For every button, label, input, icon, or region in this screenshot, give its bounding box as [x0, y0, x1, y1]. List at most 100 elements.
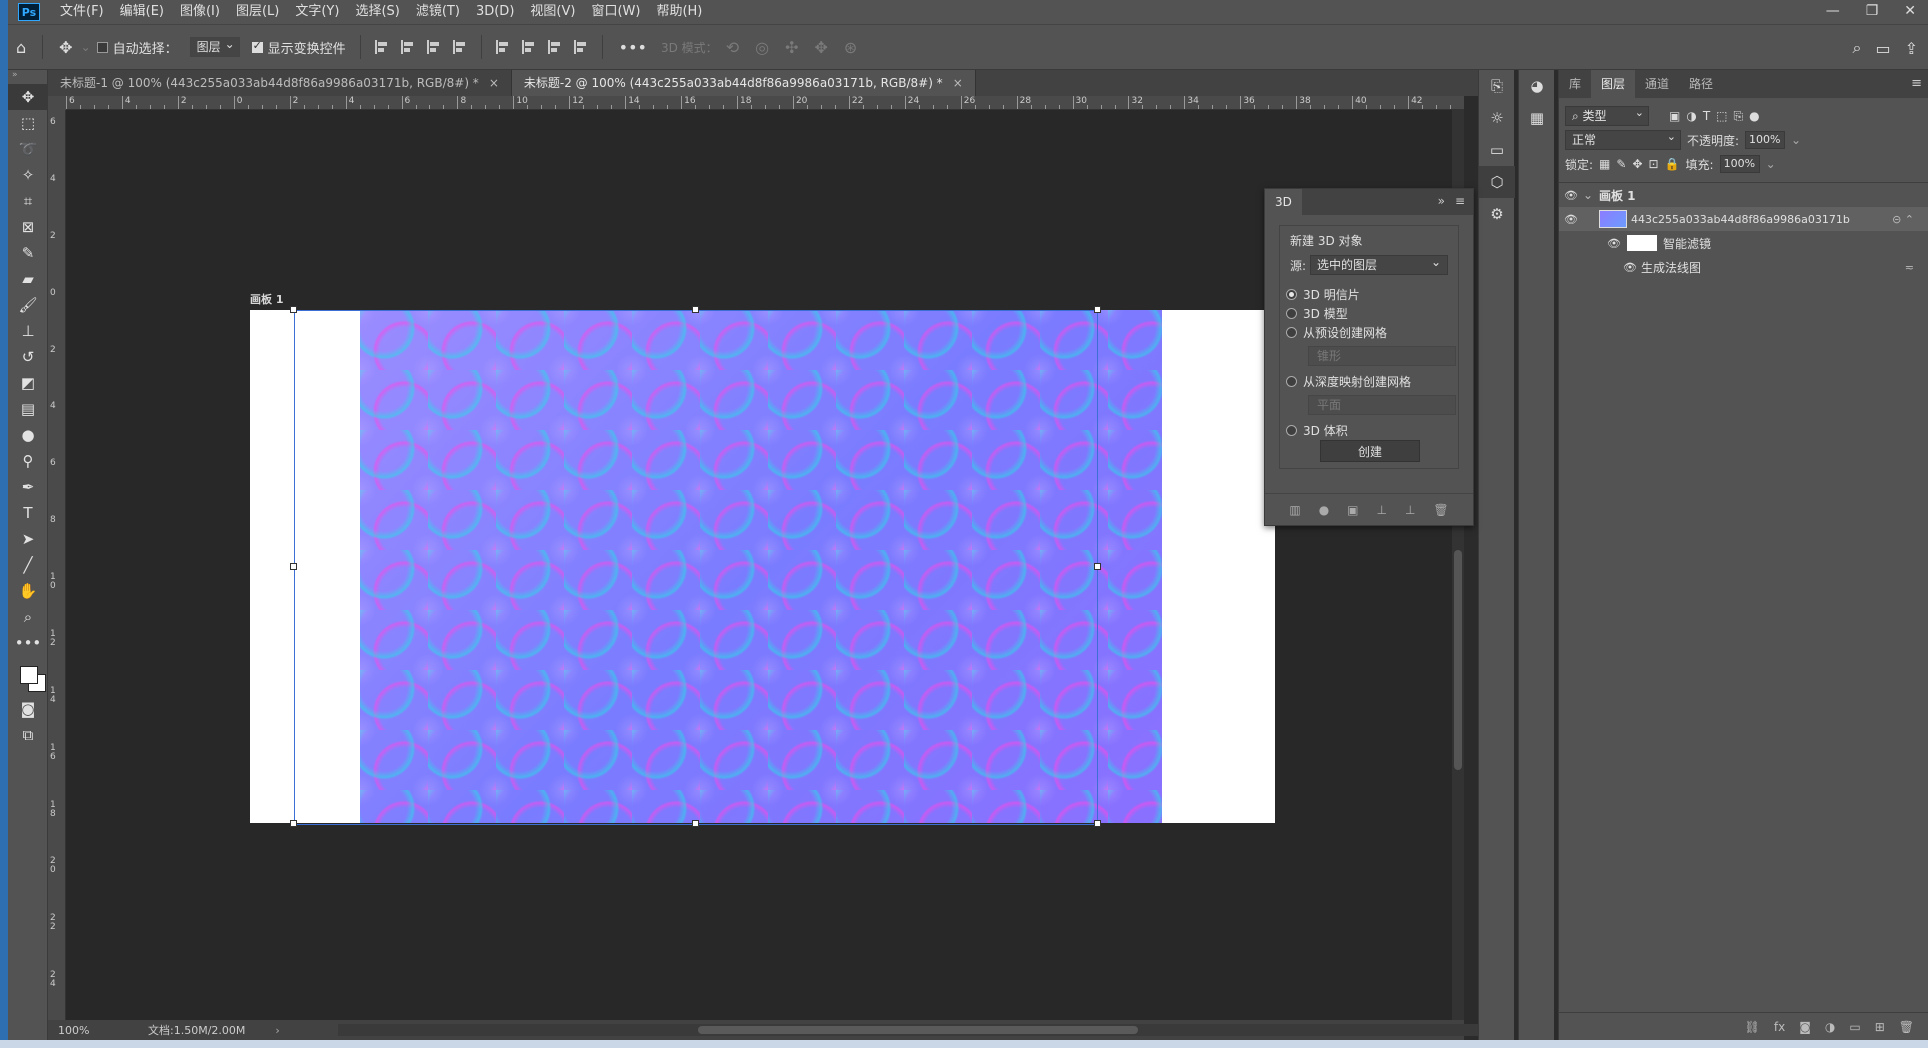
frame-tool[interactable]: ⊠	[8, 214, 48, 240]
toolbar-collapse-icon[interactable]: »	[8, 70, 47, 84]
gradient-tool[interactable]: ▤	[8, 396, 48, 422]
align-center-icon[interactable]	[400, 40, 415, 54]
menu-image[interactable]: 图像(I)	[172, 0, 228, 24]
more-options-icon[interactable]: •••	[619, 38, 647, 57]
share-icon[interactable]: ⇪	[1905, 39, 1918, 58]
move-tool-icon[interactable]: ✥	[59, 38, 72, 57]
vertical-ruler[interactable]: 6 4 2 0 2 4 6 8 10 12 14 16 18 20 22 24	[48, 110, 66, 1020]
transform-handle-b[interactable]	[692, 820, 699, 827]
3d-panel-tab[interactable]: 3D	[1265, 189, 1302, 215]
option-3d-model[interactable]: 3D 模型	[1286, 304, 1448, 323]
new-group-icon[interactable]: ▭	[1849, 1020, 1860, 1034]
fx-icon[interactable]: fx	[1774, 1020, 1785, 1034]
lock-artboard-icon[interactable]: ⊡	[1649, 157, 1659, 171]
clone-stamp-tool[interactable]: ⊥	[8, 318, 48, 344]
add-mask-icon[interactable]: ◙	[1799, 1020, 1811, 1034]
vertical-scroll-thumb[interactable]	[1454, 550, 1462, 770]
doc-tab-2[interactable]: 未标题-2 @ 100% (443c255a033ab44d8f86a9986a…	[511, 70, 976, 96]
source-select[interactable]: 选中的图层	[1310, 253, 1448, 275]
brush-settings-icon[interactable]: ☼	[1479, 102, 1515, 134]
hand-tool[interactable]: ✋	[8, 578, 48, 604]
transform-handle-t[interactable]	[692, 306, 699, 313]
zoom-level[interactable]: 100%	[58, 1024, 118, 1037]
add-light-icon[interactable]: ⊥	[1377, 503, 1387, 517]
tab-layers[interactable]: 图层	[1591, 70, 1636, 98]
ruler-icon[interactable]: ▭	[1479, 134, 1515, 166]
blur-tool[interactable]: ●	[8, 422, 48, 448]
workspace-icon[interactable]: ▭	[1875, 39, 1890, 58]
eyedropper-tool[interactable]: ✎	[8, 240, 48, 266]
link-layers-icon[interactable]: ⛓	[1745, 1020, 1760, 1034]
menu-window[interactable]: 窗口(W)	[583, 0, 648, 24]
visibility-eye-icon[interactable]: 👁	[1559, 189, 1583, 202]
screen-mode-tool[interactable]: ⧉	[8, 722, 48, 748]
align-right-icon[interactable]	[426, 40, 441, 54]
swatches-panel-icon[interactable]: ▦	[1519, 102, 1555, 134]
menu-type[interactable]: 文字(Y)	[287, 0, 347, 24]
tab-libraries[interactable]: 库	[1559, 70, 1591, 98]
menu-file[interactable]: 文件(F)	[52, 0, 112, 24]
option-3d-postcard[interactable]: 3D 明信片	[1286, 285, 1448, 304]
menu-select[interactable]: 选择(S)	[347, 0, 407, 24]
delete-icon[interactable]: 🗑	[1433, 503, 1448, 517]
adjustment-filter-icon[interactable]: ◑	[1686, 109, 1696, 123]
opacity-dropdown-icon[interactable]: ⌄	[1791, 133, 1801, 147]
distribute-vertical-icon[interactable]	[573, 40, 588, 54]
distribute-icon[interactable]	[452, 40, 467, 54]
lock-transparent-icon[interactable]: ▦	[1599, 157, 1610, 171]
line-tool[interactable]: ╱	[8, 552, 48, 578]
shape-filter-icon[interactable]: ⬚	[1716, 109, 1727, 123]
filter-type-select[interactable]: ⌕ 类型	[1565, 104, 1649, 126]
type-tool[interactable]: T	[8, 500, 48, 526]
history-panel-icon[interactable]: ⎘	[1479, 70, 1515, 102]
menu-view[interactable]: 视图(V)	[522, 0, 583, 24]
panel-menu-icon[interactable]: ≡	[1455, 194, 1465, 208]
lock-all-icon[interactable]: 🔒	[1665, 157, 1680, 171]
menu-filter[interactable]: 滤镜(T)	[408, 0, 468, 24]
option-mesh-from-depth-map[interactable]: 从深度映射创建网格	[1286, 372, 1448, 391]
scene-icon[interactable]: ▥	[1289, 503, 1300, 517]
horizontal-scroll-thumb[interactable]	[698, 1026, 1138, 1034]
layer-artboard[interactable]: 👁 ⌄ 画板 1	[1559, 183, 1928, 207]
auto-select-target-select[interactable]: 图层	[189, 35, 240, 57]
create-button[interactable]: 创建	[1320, 440, 1420, 462]
tab-paths[interactable]: 路径	[1679, 70, 1723, 98]
canvas-area[interactable]: 画板 1	[66, 110, 1464, 1020]
transform-handle-l[interactable]	[290, 563, 297, 570]
type-filter-icon[interactable]: T	[1703, 109, 1710, 123]
crop-tool[interactable]: ⌗	[8, 188, 48, 214]
quick-mask-tool[interactable]: ◙	[8, 696, 48, 722]
transform-handle-r[interactable]	[1094, 563, 1101, 570]
brush-tool[interactable]: 🖌	[8, 292, 48, 318]
menu-help[interactable]: 帮助(H)	[648, 0, 710, 24]
show-transform-controls-checkbox[interactable]: 显示变换控件	[251, 38, 346, 57]
lock-position-icon[interactable]: ✥	[1632, 157, 1642, 171]
artboard-label[interactable]: 画板 1	[250, 291, 283, 307]
smart-object-filter-icon[interactable]: ⎘	[1734, 109, 1744, 124]
artboard[interactable]	[250, 310, 1275, 823]
add-object-icon[interactable]: ⊥	[1405, 503, 1415, 517]
minimize-button[interactable]: —	[1826, 0, 1840, 22]
option-mesh-from-preset[interactable]: 从预设创建网格	[1286, 323, 1448, 342]
menu-3d[interactable]: 3D(D)	[468, 0, 522, 24]
move-tool[interactable]: ✥	[8, 84, 48, 110]
light-icon[interactable]: ●	[1319, 503, 1329, 517]
align-top-icon[interactable]	[495, 40, 510, 54]
new-layer-icon[interactable]: ⊞	[1875, 1020, 1885, 1034]
close-tab-icon[interactable]: ×	[489, 76, 499, 90]
tab-channels[interactable]: 通道	[1635, 70, 1679, 98]
color-swatches[interactable]	[8, 656, 48, 696]
align-middle-icon[interactable]	[521, 40, 536, 54]
menu-edit[interactable]: 编辑(E)	[112, 0, 172, 24]
blend-mode-select[interactable]: 正常	[1565, 128, 1681, 150]
healing-brush-tool[interactable]: ▰	[8, 266, 48, 292]
auto-select-checkbox[interactable]: 自动选择：	[96, 38, 178, 57]
menu-layer[interactable]: 图层(L)	[228, 0, 287, 24]
layer-smart-filters[interactable]: 👁 智能滤镜	[1559, 231, 1928, 255]
panel-menu-icon[interactable]: ≡	[1911, 76, 1922, 91]
dodge-tool[interactable]: ⚲	[8, 448, 48, 474]
3d-panel-header[interactable]: 3D » ≡	[1265, 189, 1473, 215]
fill-input[interactable]: 100%	[1719, 155, 1760, 173]
eraser-tool[interactable]: ◩	[8, 370, 48, 396]
magic-wand-tool[interactable]: ✧	[8, 162, 48, 188]
